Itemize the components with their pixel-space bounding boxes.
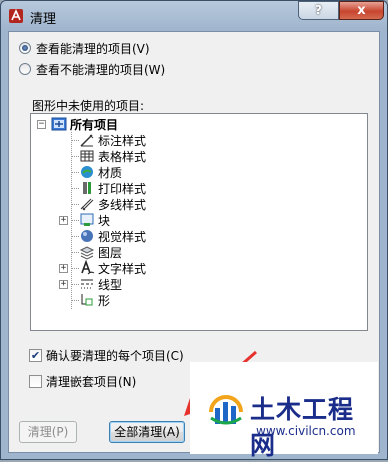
tree-connector — [71, 156, 79, 157]
tree-connector — [71, 140, 79, 141]
tree-connector — [71, 252, 79, 253]
tree-item-label: 多线样式 — [98, 197, 147, 212]
tree-item-shapes[interactable]: 形 — [79, 292, 110, 308]
block-icon — [80, 213, 94, 226]
radio-label: 查看不能清理的项目(W) — [36, 62, 166, 77]
tree-item-label: 块 — [98, 213, 111, 228]
visual-style-icon — [81, 230, 93, 242]
tree-root-label: 所有项目 — [70, 117, 119, 132]
tree-item-table-styles[interactable]: 表格样式 — [79, 148, 146, 164]
title-bar[interactable]: 清理 ? x — [1, 1, 387, 31]
expand-linetypes-expander[interactable]: + — [59, 280, 68, 289]
radio-label: 查看能清理的项目(V) — [36, 41, 150, 56]
tree-item-label: 标注样式 — [98, 133, 147, 148]
tree-connector — [71, 220, 79, 221]
checkbox-label: 清理嵌套项目(N) — [46, 374, 137, 389]
checkbox-label: 确认要清理的每个项目(C) — [46, 348, 184, 363]
tree-item-linetypes[interactable]: 线型 — [79, 276, 122, 292]
tree-item-multiline-styles[interactable]: 多线样式 — [79, 196, 146, 212]
tree-connector — [71, 300, 79, 301]
civilcn-logo-icon — [209, 395, 243, 425]
text-style-icon — [81, 260, 95, 275]
window-title: 清理 — [30, 12, 57, 27]
unused-items-tree[interactable]: − 所有项目 标注样式 表格样式 材质 打印样式 多线样式 + 块 视觉样式 图… — [30, 113, 368, 331]
tree-item-materials[interactable]: 材质 — [79, 164, 122, 180]
autocad-app-icon — [9, 9, 23, 23]
tree-item-label: 形 — [98, 293, 111, 308]
tree-item-text-styles[interactable]: 文字样式 — [79, 260, 146, 276]
tree-item-label: 打印样式 — [98, 181, 147, 196]
dimension-style-icon — [80, 134, 94, 147]
checkbox-unchecked-box[interactable] — [29, 374, 42, 388]
shape-icon — [81, 294, 93, 306]
multiline-style-icon — [80, 198, 94, 211]
close-button[interactable]: x — [339, 1, 384, 20]
purge-all-button[interactable]: 全部清理(A) — [109, 421, 185, 443]
tree-item-plot-styles[interactable]: 打印样式 — [79, 180, 146, 196]
collapse-root-expander[interactable]: − — [37, 120, 46, 129]
tree-item-label: 线型 — [98, 277, 123, 292]
radio-unselected-indicator[interactable] — [19, 63, 31, 75]
tree-root-all-items[interactable]: 所有项目 — [51, 116, 118, 132]
checkbox-checked-box[interactable]: ✔ — [29, 348, 42, 362]
confirm-each-item-checkbox[interactable]: ✔ 确认要清理的每个项目(C) — [29, 347, 184, 363]
tree-item-label: 文字样式 — [98, 261, 147, 276]
purge-nested-items-checkbox[interactable]: 清理嵌套项目(N) — [29, 373, 136, 389]
expand-text-styles-expander[interactable]: + — [59, 264, 68, 273]
linetype-icon — [81, 279, 93, 289]
tree-connector — [71, 284, 79, 285]
tree-item-blocks[interactable]: 块 — [79, 212, 110, 228]
tree-connector — [71, 268, 79, 269]
radio-view-nonpurgeable[interactable]: 查看不能清理的项目(W) — [19, 60, 165, 78]
tree-item-layers[interactable]: 图层 — [79, 244, 122, 260]
help-button[interactable]: ? — [298, 1, 339, 20]
tree-connector — [71, 188, 79, 189]
expand-blocks-expander[interactable]: + — [59, 216, 68, 225]
radio-selected-indicator[interactable] — [19, 42, 31, 54]
tree-connector — [71, 172, 79, 173]
material-icon — [81, 166, 93, 178]
site-watermark: 土木工程网 www.civilcn.com — [190, 362, 378, 460]
tree-item-label: 图层 — [98, 245, 123, 260]
layer-icon — [79, 246, 95, 260]
table-style-icon — [80, 150, 94, 162]
tree-connector — [71, 236, 79, 237]
tree-item-label: 材质 — [98, 165, 123, 180]
plot-style-icon — [83, 182, 91, 194]
tree-item-label: 视觉样式 — [98, 229, 147, 244]
purge-button[interactable]: 清理(P) — [19, 421, 77, 443]
watermark-url: www.civilcn.com — [256, 424, 356, 438]
radio-view-purgeable[interactable]: 查看能清理的项目(V) — [19, 39, 150, 57]
all-items-icon — [51, 117, 67, 131]
tree-group-label: 图形中未使用的项目: — [32, 99, 145, 113]
tree-item-visual-styles[interactable]: 视觉样式 — [79, 228, 146, 244]
tree-item-dimension-styles[interactable]: 标注样式 — [79, 132, 146, 148]
tree-item-label: 表格样式 — [98, 149, 147, 164]
tree-connector — [71, 204, 79, 205]
